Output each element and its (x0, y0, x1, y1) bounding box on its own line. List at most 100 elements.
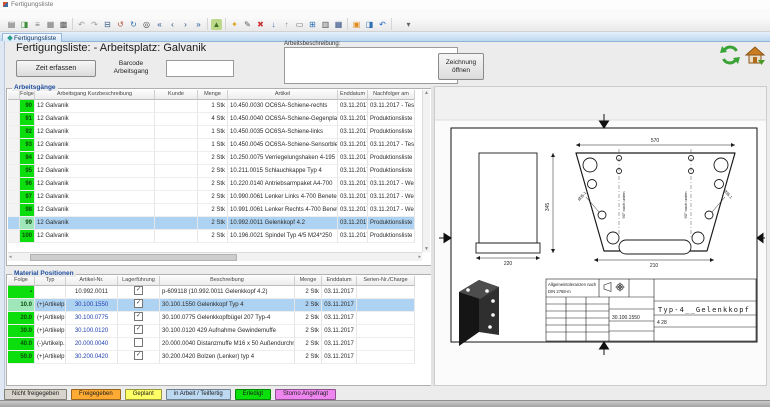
arbeitsgang-row[interactable]: 9012 Galvanik1 Stk10.450.0030 OC6SA-Schi… (8, 100, 422, 113)
material-row[interactable]: ▪10.992.0011p-609118 (10.992.0011 Gelenk… (8, 286, 430, 299)
cell: Produktionsliste erledigt 03.1 (368, 113, 415, 126)
status-legend: Nicht freigegeben Freigegeben Geplant in Ar… (4, 389, 336, 400)
toolbar-design-icon[interactable]: ≡ (32, 19, 43, 30)
material-header-row: FolgeTypArtikel-Nr.LagerführungBeschreib… (8, 276, 430, 286)
toolbar-nav-next-icon[interactable]: › (180, 19, 191, 30)
cell (118, 351, 160, 364)
cell: Produktionsliste erledigt 03.1 (368, 165, 415, 178)
arbeitsgang-row[interactable]: 9112 Galvanik4 Stk10.450.0040 OC6SA-Schi… (8, 113, 422, 126)
material-row[interactable]: 50.0(+)Artikelp...30.200.042030.200.0420… (8, 351, 430, 364)
cell: 03.11.2017 (338, 100, 368, 113)
cell: 4 Stk (198, 113, 228, 126)
arbeitsgang-row[interactable]: 9712 Galvanik2 Stk10.990.0061 Lenker Lin… (8, 191, 422, 204)
material-row[interactable]: 40.0(-)Artikelp...20.000.004020.000.0040… (8, 338, 430, 351)
toolbar-sum-icon[interactable]: ▦ (333, 19, 344, 30)
lagerfuehrung-checkbox[interactable] (134, 338, 143, 347)
cell: 20.000.0040 (66, 338, 118, 351)
arbeitsgang-row[interactable]: 9912 Galvanik2 Stk10.992.0011 Gelenkkopf… (8, 217, 422, 230)
arbeitsgang-row[interactable]: 10012 Galvanik2 Stk10.196.0021 Spindel T… (8, 230, 422, 243)
toolbar-edit-icon[interactable]: ✎ (242, 19, 253, 30)
toolbar-add-icon[interactable]: ✦ (229, 19, 240, 30)
application-window: Fertigungsliste DateiEditierenAnzeigeNav… (0, 0, 770, 407)
legend-in-arbeit-teilfertig[interactable]: in Arbeit / Teilfertig (166, 389, 231, 400)
arbeitsgang-row[interactable]: 9812 Galvanik2 Stk10.991.0061 Lenker Rec… (8, 204, 422, 217)
column-header (8, 90, 20, 100)
arbeitsgang-row[interactable]: 9212 Galvanik1 Stk10.450.0035 OC6SA-Schi… (8, 126, 422, 139)
cell: (-)Artikelp... (35, 338, 66, 351)
material-row[interactable]: 10.0(+)Artikelp...30.100.155030.100.1550… (8, 299, 430, 312)
zeichnung-oeffnen-button[interactable]: Zeichnung öffnen (438, 53, 484, 80)
hscroll-thumb[interactable] (30, 254, 237, 261)
toolbar-revert-icon[interactable]: ↺ (115, 19, 126, 30)
cell: 12 Galvanik (35, 165, 155, 178)
toolbar-redo-small-icon[interactable]: ↷ (89, 19, 100, 30)
refresh-icon[interactable] (719, 44, 741, 66)
toolbar-nav-last-icon[interactable]: » (193, 19, 204, 30)
drawing-viewer: 345 220 570 (434, 86, 767, 386)
cell: 12 Galvanik (35, 113, 155, 126)
cell: Produktionsliste erledigt 03.1 (368, 126, 415, 139)
toolbar-refresh-icon[interactable]: ↻ (128, 19, 139, 30)
toolbar-undo-small-icon[interactable]: ↶ (76, 19, 87, 30)
hscroll-left-arrow[interactable]: ◂ (9, 253, 12, 261)
arbeitsgaenge-vscrollbar[interactable]: ▲▼ (422, 90, 430, 252)
home-icon[interactable] (744, 44, 766, 66)
toolbar-move-down-icon[interactable]: ↓ (268, 19, 279, 30)
lagerfuehrung-checkbox[interactable] (134, 299, 143, 308)
legend-freigegeben[interactable]: Freigegeben (71, 389, 121, 400)
toolbar-nav-first-icon[interactable]: « (154, 19, 165, 30)
barcode-input[interactable] (166, 60, 234, 77)
zeit-erfassen-button[interactable]: Zeit erfassen (16, 60, 96, 77)
legend-storno-angefragt[interactable]: Storno Angefragt (275, 389, 336, 400)
legend-nicht-freigegeben[interactable]: Nicht freigegeben (4, 389, 67, 400)
toolbar-undo-big-icon[interactable]: ↶ (377, 19, 388, 30)
legend-geplant[interactable]: Geplant (125, 389, 162, 400)
toolbar-preview-icon[interactable]: ◨ (19, 19, 30, 30)
toolbar-form-icon[interactable]: ▭ (294, 19, 305, 30)
lagerfuehrung-checkbox[interactable] (134, 325, 143, 334)
column-header: Arbeitsgang Kurzbeschreibung (35, 90, 155, 100)
cell: 03.11.2017 (322, 286, 357, 299)
toolbar-copy-a-icon[interactable]: ▣ (351, 19, 362, 30)
toolbar-nav-prev-icon[interactable]: ‹ (167, 19, 178, 30)
cell: 12 Galvanik (35, 204, 155, 217)
material-row[interactable]: 30.0(+)Artikelp...30.100.012030.100.0120… (8, 325, 430, 338)
toolbar-grid-view-icon[interactable]: ▦ (45, 19, 56, 30)
arbeitsbeschreibung-textarea[interactable] (284, 47, 458, 84)
material-section-label: Material Positionen (12, 270, 76, 277)
toolbar-more-icon[interactable]: ▾ (403, 19, 414, 30)
arbeitsgang-row[interactable]: 9612 Galvanik2 Stk10.220.0140 Antriebsar… (8, 178, 422, 191)
toolbar-print-icon[interactable]: ▤ (6, 19, 17, 30)
dim-220: 220 (504, 261, 513, 267)
cell (8, 204, 20, 217)
toolbar-columns-icon[interactable]: ▥ (320, 19, 331, 30)
arbeitsgang-row[interactable]: 9512 Galvanik2 Stk10.211.0015 Schlauchka… (8, 165, 422, 178)
lagerfuehrung-checkbox[interactable] (134, 286, 143, 295)
toolbar-table-view-icon[interactable]: ▩ (58, 19, 69, 30)
lagerfuehrung-checkbox[interactable] (134, 312, 143, 321)
cell: 03.11.2017 (322, 325, 357, 338)
arbeitsgaenge-hscrollbar[interactable]: ◂ ▸ (8, 252, 422, 261)
cell (118, 286, 160, 299)
toolbar-copy-b-icon[interactable]: ◨ (364, 19, 375, 30)
cell: 2 Stk (295, 338, 322, 351)
cell: 30.200.0420 Bolzen (Lenker) typ 4 (160, 351, 295, 364)
toolbar-save-icon[interactable]: ⊟ (102, 19, 113, 30)
arbeitsgang-row[interactable]: 9412 Galvanik2 Stk10.250.0075 Verriegelu… (8, 152, 422, 165)
cell: 10.196.0021 Spindel Typ 4/5 M24*250 (228, 230, 338, 243)
left-collapsed-panel[interactable] (0, 41, 5, 400)
cell: 100 (20, 230, 35, 243)
hscroll-right-arrow[interactable]: ▸ (418, 253, 421, 261)
toolbar-move-up-icon[interactable]: ↑ (281, 19, 292, 30)
toolbar-search-icon[interactable]: ◎ (141, 19, 152, 30)
toolbar-window-icon[interactable]: ⊞ (307, 19, 318, 30)
toolbar-image-icon[interactable]: ▲ (211, 19, 222, 30)
cell (8, 126, 20, 139)
lagerfuehrung-checkbox[interactable] (134, 351, 143, 360)
material-row[interactable]: 20.0(+)Artikelp...30.100.077530.100.0775… (8, 312, 430, 325)
toolbar-delete-icon[interactable]: ✖ (255, 19, 266, 30)
cell: 03.11.2017 - Testständer OC (368, 100, 415, 113)
legend-erledigt[interactable]: Erledigt (235, 389, 271, 400)
arbeitsgang-row[interactable]: 9312 Galvanik1 Stk10.450.0045 OC6SA-Schi… (8, 139, 422, 152)
tab-fertigungsliste[interactable]: Fertigungsliste (2, 33, 62, 42)
